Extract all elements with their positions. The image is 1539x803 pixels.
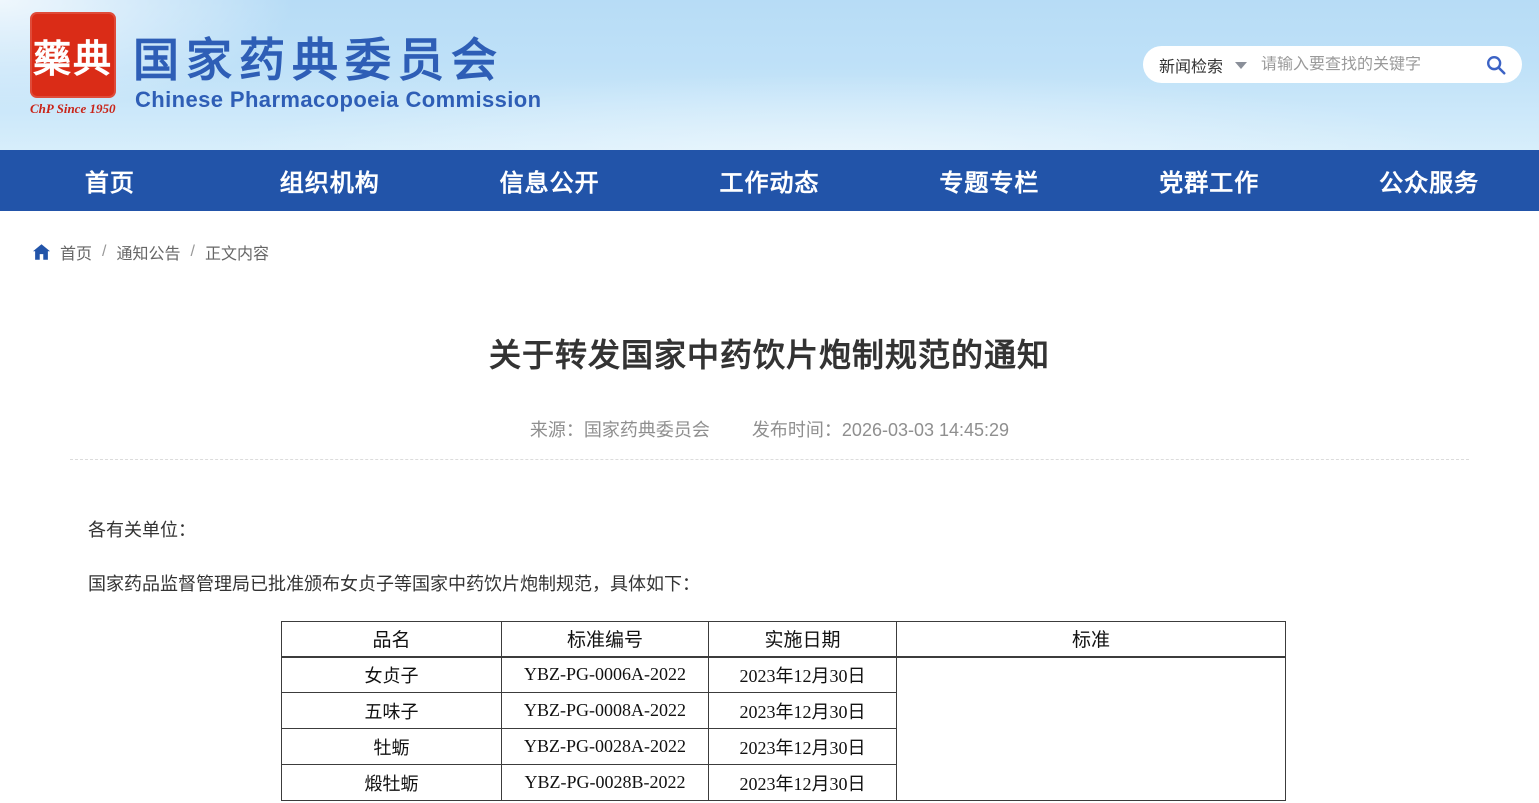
col-header-standard-number: 标准编号 <box>502 622 709 657</box>
search-button[interactable] <box>1484 53 1508 77</box>
seal-caption: ChP Since 1950 <box>30 101 140 117</box>
nav-item-information[interactable]: 信息公开 <box>440 150 660 211</box>
page-title: 关于转发国家中药饮片炮制规范的通知 <box>0 330 1539 376</box>
seal-text: 藥典 <box>33 28 113 83</box>
cell-standard-number: YBZ-PG-0028A-2022 <box>502 729 709 765</box>
cell-product-name: 五味子 <box>282 693 502 729</box>
source-value: 国家药典委员会 <box>584 420 710 440</box>
breadcrumb-home[interactable]: 首页 <box>60 240 92 264</box>
meta-divider <box>70 459 1469 460</box>
search-bar: 新闻检索 <box>1143 46 1522 83</box>
source-label: 来源： <box>530 420 584 440</box>
main-nav: 首页 组织机构 信息公开 工作动态 专题专栏 党群工作 公众服务 <box>0 150 1539 211</box>
article-publish-time: 发布时间：2026-03-03 14:45:29 <box>752 416 1009 442</box>
breadcrumb-separator: / <box>190 243 194 261</box>
article-meta: 来源：国家药典委员会 发布时间：2026-03-03 14:45:29 <box>0 416 1539 442</box>
col-header-standard: 标准 <box>897 622 1286 657</box>
cell-implementation-date: 2023年12月30日 <box>709 765 897 801</box>
article-paragraph: 国家药品监督管理局已批准颁布女贞子等国家中药饮片炮制规范，具体如下： <box>88 570 700 596</box>
standards-table: 品名 标准编号 实施日期 标准 女贞子 YBZ-PG-0006A-2022 20… <box>281 621 1286 801</box>
cell-product-name: 煅牡蛎 <box>282 765 502 801</box>
cell-standard-number: YBZ-PG-0008A-2022 <box>502 693 709 729</box>
site-logo[interactable]: 藥典 ChP Since 1950 <box>30 12 140 117</box>
site-subtitle: Chinese Pharmacopoeia Commission <box>135 87 541 113</box>
nav-item-party-work[interactable]: 党群工作 <box>1099 150 1319 211</box>
page: 藥典 ChP Since 1950 国家药典委员会 Chinese Pharma… <box>0 0 1539 803</box>
search-icon <box>1485 54 1507 76</box>
breadcrumb-notices[interactable]: 通知公告 <box>116 240 180 264</box>
col-header-product-name: 品名 <box>282 622 502 657</box>
cell-standard-merged <box>897 657 1286 801</box>
nav-item-home[interactable]: 首页 <box>0 150 220 211</box>
nav-item-public-service[interactable]: 公众服务 <box>1319 150 1539 211</box>
col-header-implementation-date: 实施日期 <box>709 622 897 657</box>
cell-implementation-date: 2023年12月30日 <box>709 693 897 729</box>
cell-product-name: 牡蛎 <box>282 729 502 765</box>
breadcrumb-current: 正文内容 <box>205 240 269 264</box>
site-title: 国家药典委员会 <box>133 24 504 90</box>
cell-implementation-date: 2023年12月30日 <box>709 729 897 765</box>
article-salutation: 各有关单位： <box>88 516 196 542</box>
publish-time-value: 2026-03-03 14:45:29 <box>842 420 1009 440</box>
site-header: 藥典 ChP Since 1950 国家药典委员会 Chinese Pharma… <box>0 0 1539 150</box>
table-header-row: 品名 标准编号 实施日期 标准 <box>282 622 1286 657</box>
search-input[interactable] <box>1261 56 1484 74</box>
cell-standard-number: YBZ-PG-0006A-2022 <box>502 657 709 693</box>
article-source: 来源：国家药典委员会 <box>530 416 710 442</box>
cell-product-name: 女贞子 <box>282 657 502 693</box>
pharmacopoeia-seal-icon: 藥典 <box>30 12 116 98</box>
cell-implementation-date: 2023年12月30日 <box>709 657 897 693</box>
breadcrumb-separator: / <box>102 243 106 261</box>
nav-item-organization[interactable]: 组织机构 <box>220 150 440 211</box>
nav-item-special-topics[interactable]: 专题专栏 <box>879 150 1099 211</box>
home-icon[interactable] <box>33 244 50 260</box>
search-category-label: 新闻检索 <box>1159 53 1223 77</box>
publish-time-label: 发布时间： <box>752 420 842 440</box>
standards-table-wrap: 品名 标准编号 实施日期 标准 女贞子 YBZ-PG-0006A-2022 20… <box>281 621 1286 801</box>
breadcrumb: 首页 / 通知公告 / 正文内容 <box>33 240 269 264</box>
table-row: 女贞子 YBZ-PG-0006A-2022 2023年12月30日 <box>282 657 1286 693</box>
search-category-dropdown[interactable]: 新闻检索 <box>1159 53 1261 77</box>
chevron-down-icon <box>1235 62 1247 69</box>
nav-item-work-news[interactable]: 工作动态 <box>660 150 880 211</box>
cell-standard-number: YBZ-PG-0028B-2022 <box>502 765 709 801</box>
